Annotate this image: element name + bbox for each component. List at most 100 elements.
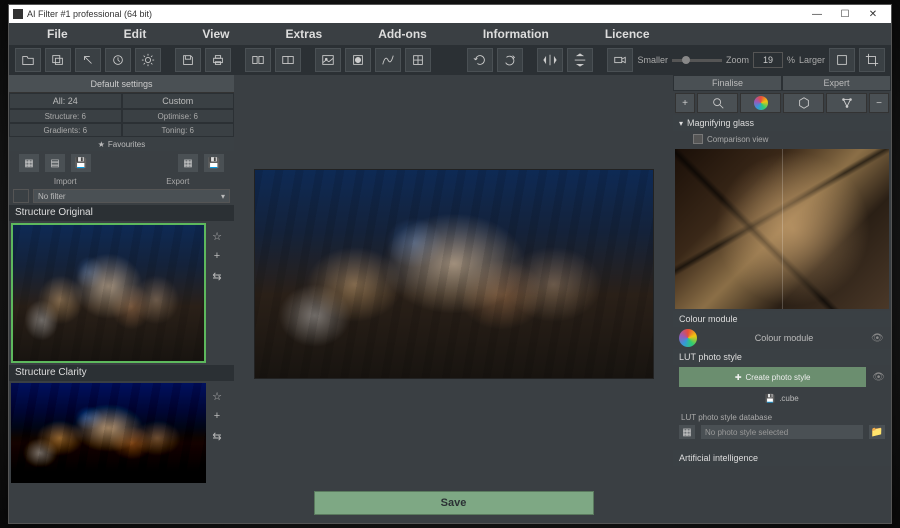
ai-header[interactable]: Artificial intelligence <box>673 450 891 466</box>
app-window: AI Filter #1 professional (64 bit) — ☐ ✕… <box>8 4 892 524</box>
larger-label: Larger <box>799 55 825 65</box>
menu-licence[interactable]: Licence <box>577 27 678 41</box>
grid-icon[interactable] <box>405 48 431 72</box>
toolbar: Smaller Zoom 19 % Larger <box>9 45 891 75</box>
magnifier-tool-icon[interactable] <box>697 93 738 113</box>
menu-extras[interactable]: Extras <box>257 27 350 41</box>
save-button[interactable]: Save <box>314 491 594 515</box>
favourites-header: ★ Favourites <box>9 137 234 151</box>
save-icon[interactable] <box>175 48 201 72</box>
preset-compare-icon[interactable]: ⇆ <box>210 269 224 283</box>
colour-wheel-icon <box>679 329 697 347</box>
comparison-label: Comparison view <box>707 135 768 144</box>
maximize-button[interactable]: ☐ <box>831 5 859 23</box>
eye-icon[interactable]: 👁 <box>871 333 885 344</box>
preset-compare-icon-2[interactable]: ⇆ <box>210 429 224 443</box>
tab-finalise[interactable]: Finalise <box>673 75 782 91</box>
image-icon[interactable] <box>315 48 341 72</box>
redo-icon[interactable] <box>497 48 523 72</box>
main-canvas[interactable] <box>254 169 654 379</box>
remove-tool-icon[interactable]: − <box>869 93 889 113</box>
export-preset-icon[interactable]: 💾 <box>204 154 224 172</box>
preset-fav-icon-2[interactable]: ☆ <box>210 389 224 403</box>
ai-tool-icon[interactable] <box>826 93 867 113</box>
eye-icon-2[interactable]: 👁 <box>872 372 885 383</box>
preset-fav-icon[interactable]: ☆ <box>210 229 224 243</box>
default-settings-header: Default settings <box>9 75 234 93</box>
save-cube-icon[interactable]: 💾 <box>765 394 775 403</box>
favourites-label: Favourites <box>108 140 145 149</box>
magnifier-preview[interactable] <box>675 149 889 309</box>
tab-all[interactable]: All: 24 <box>9 93 122 109</box>
menu-addons[interactable]: Add-ons <box>350 27 455 41</box>
filter-toggle-icon[interactable] <box>13 189 29 203</box>
timeline-icon[interactable] <box>105 48 131 72</box>
list-view-icon[interactable]: ▤ <box>45 154 65 172</box>
colour-module-label[interactable]: Colour module <box>703 333 865 343</box>
undo-icon[interactable] <box>75 48 101 72</box>
right-panel: Finalise Expert + − ▾ Magnifying glass C… <box>673 75 891 523</box>
video-icon[interactable] <box>607 48 633 72</box>
ai-header-label: Artificial intelligence <box>679 453 758 463</box>
lut-tool-icon[interactable] <box>783 93 824 113</box>
app-icon <box>13 9 23 19</box>
colour-module-header-label: Colour module <box>679 314 738 324</box>
flip-h-icon[interactable] <box>537 48 563 72</box>
compare-icon[interactable] <box>245 48 271 72</box>
param-gradients[interactable]: Gradients: 6 <box>9 123 122 137</box>
close-button[interactable]: ✕ <box>859 5 887 23</box>
main-area: Default settings All: 24 Custom Structur… <box>9 75 891 523</box>
param-toning[interactable]: Toning: 6 <box>122 123 235 137</box>
curve-icon[interactable] <box>375 48 401 72</box>
crop-icon[interactable] <box>859 48 885 72</box>
colour-module-header[interactable]: Colour module <box>673 311 891 327</box>
grid-view-icon[interactable]: ▦ <box>19 154 39 172</box>
save-preset-icon[interactable]: 💾 <box>71 154 91 172</box>
preset-add-icon-2[interactable]: + <box>210 409 224 423</box>
zoom-slider[interactable] <box>672 59 722 62</box>
open-icon[interactable] <box>15 48 41 72</box>
zoom-value[interactable]: 19 <box>753 52 783 68</box>
tab-expert[interactable]: Expert <box>782 75 891 91</box>
grid2-icon[interactable]: ▦ <box>178 154 198 172</box>
flip-v-icon[interactable] <box>567 48 593 72</box>
left-panel: Default settings All: 24 Custom Structur… <box>9 75 234 523</box>
fit-icon[interactable] <box>829 48 855 72</box>
split-icon[interactable] <box>275 48 301 72</box>
batch-icon[interactable] <box>45 48 71 72</box>
menubar: File Edit View Extras Add-ons Informatio… <box>9 23 891 45</box>
param-optimise[interactable]: Optimise: 6 <box>122 109 235 123</box>
menu-view[interactable]: View <box>174 27 257 41</box>
zoom-label: Zoom <box>726 55 749 65</box>
preset-thumb-structure-clarity[interactable] <box>11 383 206 483</box>
zoom-pct: % <box>787 55 795 65</box>
menu-information[interactable]: Information <box>455 27 577 41</box>
folder-icon[interactable]: 📁 <box>869 425 885 439</box>
create-lut-button[interactable]: ✚ Create photo style <box>679 367 866 387</box>
print-icon[interactable] <box>205 48 231 72</box>
tab-custom[interactable]: Custom <box>122 93 235 109</box>
param-structure[interactable]: Structure: 6 <box>9 109 122 123</box>
lut-style-select-label: No photo style selected <box>705 428 788 437</box>
lut-header[interactable]: LUT photo style <box>673 349 891 365</box>
mask-icon[interactable] <box>345 48 371 72</box>
add-tool-icon[interactable]: + <box>675 93 695 113</box>
preset-thumb-structure-original[interactable] <box>11 223 206 363</box>
colour-tool-icon[interactable] <box>740 93 781 113</box>
history-icon[interactable] <box>467 48 493 72</box>
menu-edit[interactable]: Edit <box>96 27 175 41</box>
preset-add-icon[interactable]: + <box>210 249 224 263</box>
gear-icon[interactable] <box>135 48 161 72</box>
filter-select[interactable]: No filter ▾ <box>33 189 230 203</box>
magnifying-glass-header[interactable]: ▾ Magnifying glass <box>673 115 891 131</box>
import-label[interactable]: Import <box>9 175 122 187</box>
comparison-checkbox[interactable] <box>693 134 703 144</box>
chevron-down-icon: ▾ <box>221 192 225 201</box>
star-icon: ★ <box>98 140 105 149</box>
minimize-button[interactable]: — <box>803 5 831 23</box>
db-grid-icon[interactable]: ▦ <box>679 425 695 439</box>
export-label[interactable]: Export <box>122 175 235 187</box>
lut-style-select[interactable]: No photo style selected <box>701 425 863 439</box>
menu-file[interactable]: File <box>19 27 96 41</box>
preset-structure-clarity-header: Structure Clarity <box>9 365 234 381</box>
